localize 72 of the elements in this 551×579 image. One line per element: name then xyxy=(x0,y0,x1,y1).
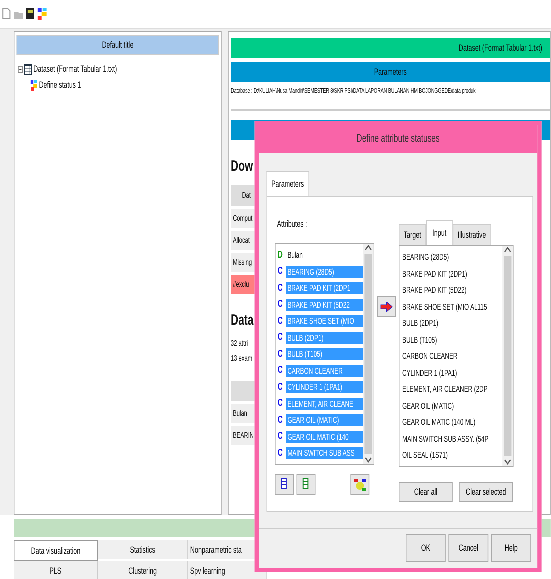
move-right-button[interactable] xyxy=(377,296,396,317)
list-item[interactable]: BULB (T105) xyxy=(402,334,438,345)
list-item[interactable]: MAIN SWITCH SUB ASSY. (54P xyxy=(402,434,489,444)
tree-item[interactable]: Dataset (Format Tabular 1.txt) xyxy=(34,64,118,74)
scroll-down-icon[interactable] xyxy=(504,458,512,466)
tab[interactable]: Clustering xyxy=(98,561,188,579)
dialog-button[interactable]: OK xyxy=(406,534,446,562)
tab[interactable]: Parameters xyxy=(266,171,310,196)
list-icon xyxy=(302,478,310,491)
list-item[interactable]: Bulan xyxy=(286,249,364,262)
color-grid-icon xyxy=(30,80,38,90)
list-item[interactable]: OIL SEAL (1S71) xyxy=(402,450,448,460)
type-letter: C xyxy=(276,414,284,426)
type-letter: C xyxy=(276,266,284,278)
scrollbar[interactable] xyxy=(363,244,374,464)
scroll-up-icon[interactable] xyxy=(504,246,512,254)
tab[interactable]: PLS xyxy=(14,561,98,579)
clear-button[interactable]: Clear selected xyxy=(459,482,514,502)
dialog-button[interactable]: Help xyxy=(491,534,532,562)
tab[interactable]: Input xyxy=(426,220,453,245)
type-letter: C xyxy=(276,431,284,442)
type-letter: C xyxy=(276,365,284,376)
dialog-title: Define attribute statuses xyxy=(259,125,538,153)
type-letter: C xyxy=(276,398,284,410)
list-button[interactable] xyxy=(275,474,294,495)
list-item[interactable]: CYLINDER 1 (1PA1) xyxy=(402,368,458,378)
dialog-button[interactable]: Cancel xyxy=(448,534,489,562)
type-letter: C xyxy=(276,282,284,294)
list-item[interactable]: BRAKE PAD KIT (2DP1) xyxy=(402,268,468,279)
list-item[interactable]: GEAR OIL (MATIC) xyxy=(402,400,454,411)
scrollbar[interactable] xyxy=(502,246,514,466)
panel-title: Default title xyxy=(16,35,220,55)
tab[interactable]: Target xyxy=(399,224,426,245)
parameters-bar: Parameters xyxy=(231,62,550,82)
section-heading: Dow xyxy=(231,158,254,175)
list-item[interactable]: BRAKE PAD KIT (5D22) xyxy=(402,285,467,296)
save-icon[interactable] xyxy=(26,8,35,20)
scroll-down-icon[interactable] xyxy=(364,456,372,464)
list-item[interactable]: BRAKE SHOE SET (MIO AL115 xyxy=(402,302,488,312)
color-grid-icon[interactable] xyxy=(38,8,47,20)
type-letter: D xyxy=(276,250,284,261)
list-item[interactable]: ELEMENT, AIR CLEANER (2DP xyxy=(402,384,488,394)
scroll-up-icon[interactable] xyxy=(364,244,372,252)
tab[interactable]: Data visualization xyxy=(14,540,98,561)
tree-item[interactable]: Define status 1 xyxy=(39,80,82,90)
list-item[interactable]: BEARING (28D5) xyxy=(402,252,450,262)
tab[interactable]: Illustrative xyxy=(452,224,492,245)
list-icon xyxy=(280,478,288,491)
type-letter: C xyxy=(276,448,284,459)
palette-icon xyxy=(354,478,366,490)
list-button[interactable] xyxy=(296,474,316,495)
palette-button[interactable] xyxy=(350,474,370,495)
list-item[interactable]: GEAR OIL MATIC (140 ML) xyxy=(402,417,476,428)
type-letter: C xyxy=(276,348,284,360)
input-list[interactable] xyxy=(399,245,514,467)
summary-text: 13 exam xyxy=(231,354,252,363)
section-heading: Data xyxy=(231,312,254,329)
type-letter: C xyxy=(276,316,284,327)
list-item[interactable]: CARBON CLEANER xyxy=(402,351,458,362)
type-letter: C xyxy=(276,299,284,310)
list-item[interactable]: BULB (2DP1) xyxy=(402,318,439,328)
summary-text: 32 attri xyxy=(231,339,248,348)
collapse-icon[interactable] xyxy=(18,66,24,72)
type-letter: C xyxy=(276,332,284,344)
tab[interactable]: Statistics xyxy=(98,540,188,559)
dataset-bar: Dataset (Format Tabular 1.txt) xyxy=(231,38,550,58)
tab[interactable]: Spv learning xyxy=(188,561,268,579)
clear-button[interactable]: Clear all xyxy=(399,482,453,502)
attributes-label: Attributes : xyxy=(277,219,308,229)
new-file-icon[interactable] xyxy=(2,8,12,20)
type-letter: C xyxy=(276,382,284,393)
arrow-right-icon xyxy=(380,302,393,312)
